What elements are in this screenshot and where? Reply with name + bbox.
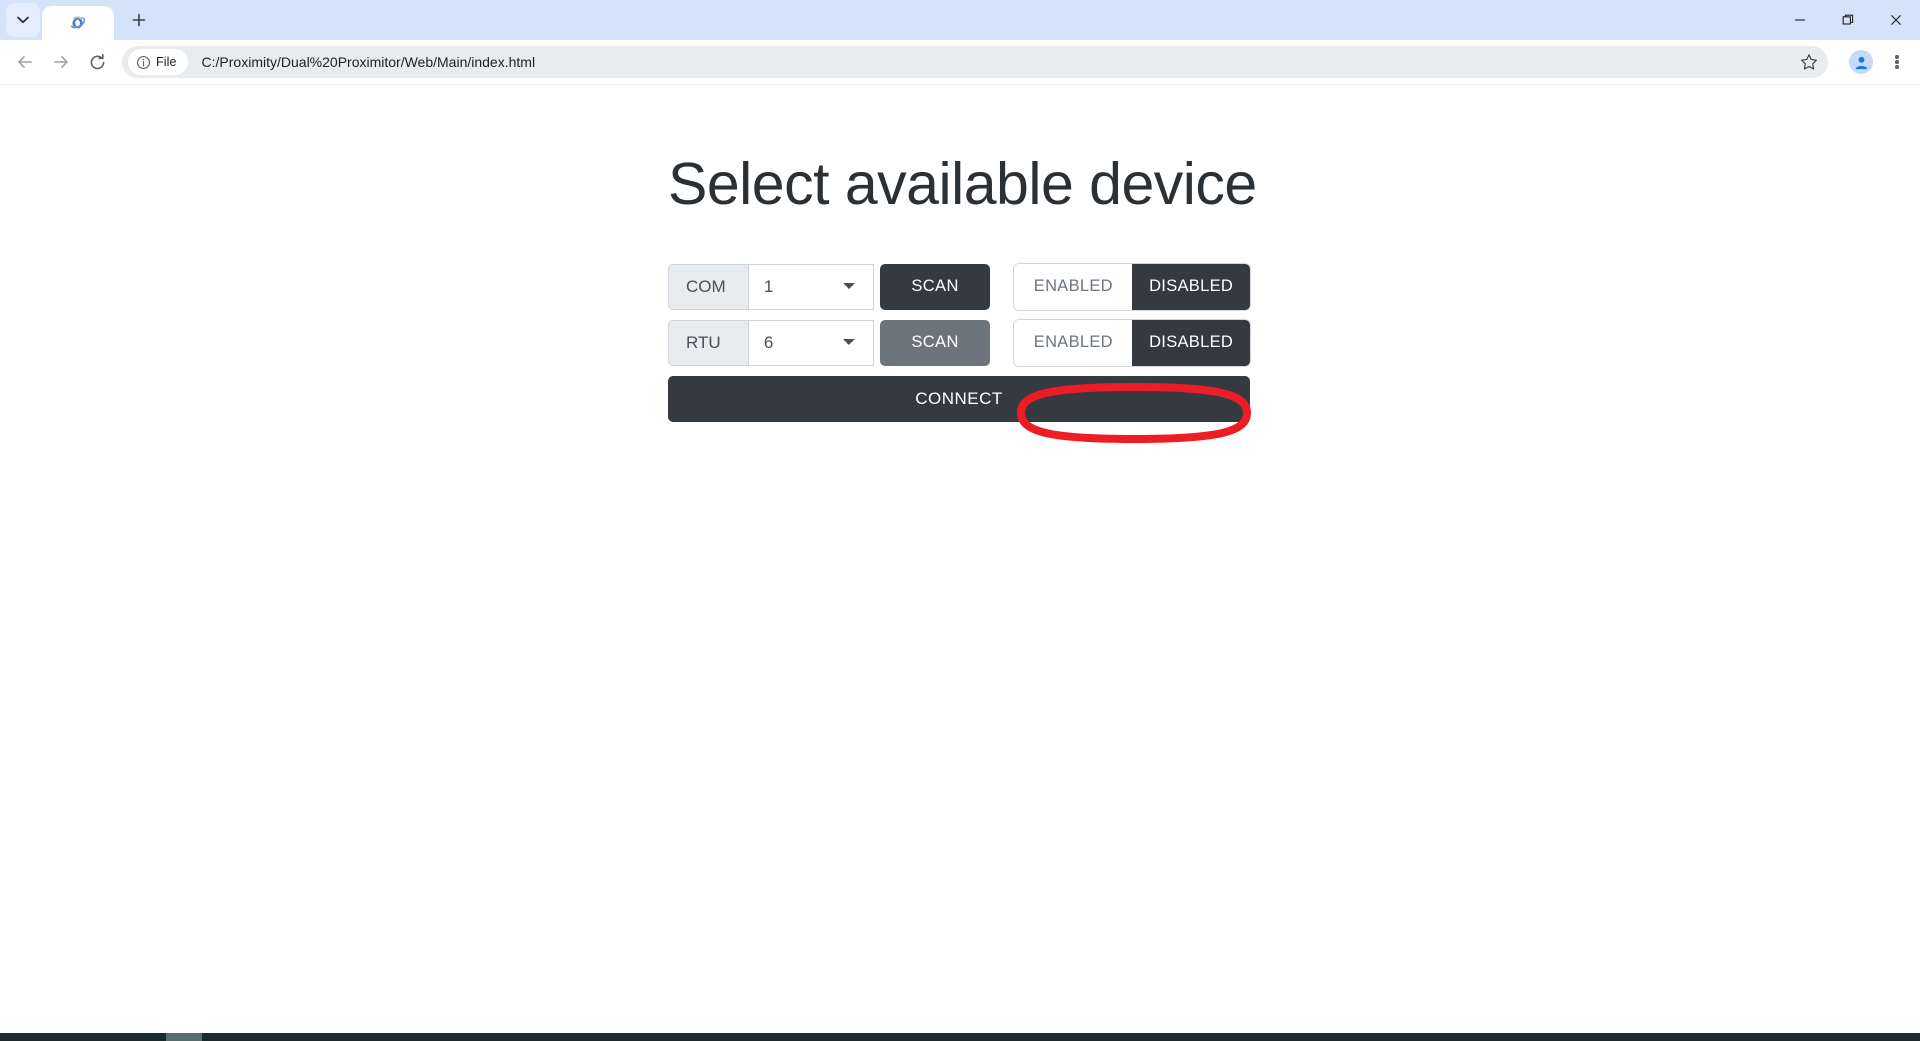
address-bar[interactable]: File C:/Proximity/Dual%20Proximitor/Web/… — [122, 46, 1828, 78]
com-label: COM — [668, 263, 748, 310]
url-text[interactable]: C:/Proximity/Dual%20Proximitor/Web/Main/… — [188, 54, 1794, 70]
reload-button[interactable] — [80, 45, 114, 79]
back-button[interactable] — [8, 45, 42, 79]
account-avatar-icon — [1849, 50, 1873, 74]
com-toggle-disabled[interactable]: DISABLED — [1132, 263, 1250, 310]
reload-icon — [90, 53, 104, 69]
window-controls — [1776, 0, 1920, 40]
minimize-button[interactable] — [1776, 0, 1824, 40]
file-chip-label: File — [156, 55, 177, 69]
device-row-com: COM 1 SCAN ENABLED DISABLED — [668, 263, 1257, 310]
info-circle-icon — [137, 55, 150, 69]
browser-toolbar: File C:/Proximity/Dual%20Proximitor/Web/… — [0, 40, 1920, 85]
forward-arrow-icon — [54, 56, 68, 68]
page-content: Select available device COM 1 SCAN ENABL… — [668, 85, 1257, 422]
bookmark-button[interactable] — [1794, 47, 1824, 77]
rtu-label: RTU — [668, 319, 748, 366]
com-input-group: COM 1 SCAN ENABLED DISABLED — [668, 263, 1250, 310]
rtu-toggle-enabled[interactable]: ENABLED — [1014, 319, 1133, 366]
ie-globe-favicon — [70, 15, 87, 32]
three-dot-menu-icon — [1895, 54, 1899, 71]
close-button[interactable] — [1872, 0, 1920, 40]
device-row-rtu: RTU 6 SCAN ENABLED DISABLED — [668, 319, 1257, 366]
device-form: COM 1 SCAN ENABLED DISABLED RTU 6 SCAN E… — [668, 263, 1257, 422]
plus-icon — [132, 13, 146, 27]
browser-tab[interactable] — [42, 6, 114, 40]
rtu-scan-button[interactable]: SCAN — [879, 319, 991, 366]
profile-button[interactable] — [1844, 45, 1878, 79]
com-enabled-disabled-toggle: ENABLED DISABLED — [1014, 263, 1250, 310]
page-footer-bar — [0, 1033, 1920, 1041]
com-toggle-enabled[interactable]: ENABLED — [1014, 263, 1133, 310]
rtu-input-group: RTU 6 SCAN ENABLED DISABLED — [668, 319, 1250, 366]
rtu-address-select[interactable]: 6 — [747, 319, 874, 366]
maximize-button[interactable] — [1824, 0, 1872, 40]
minimize-icon — [1795, 19, 1805, 21]
page-viewport: Select available device COM 1 SCAN ENABL… — [0, 85, 1920, 1041]
com-scan-button[interactable]: SCAN — [879, 263, 991, 310]
rtu-toggle-disabled[interactable]: DISABLED — [1132, 319, 1250, 366]
com-port-select[interactable]: 1 — [747, 263, 874, 310]
footer-segment — [166, 1033, 202, 1041]
forward-button[interactable] — [44, 45, 78, 79]
tab-strip — [0, 0, 1920, 40]
browser-menu-button[interactable] — [1882, 45, 1912, 79]
rtu-enabled-disabled-toggle: ENABLED DISABLED — [1014, 319, 1250, 366]
page-title: Select available device — [668, 151, 1257, 217]
chevron-down-icon — [17, 16, 29, 24]
star-icon — [1801, 54, 1817, 70]
back-arrow-icon — [18, 56, 32, 68]
tab-search-button[interactable] — [6, 3, 40, 37]
connect-button[interactable]: CONNECT — [668, 375, 1250, 422]
maximize-icon — [1842, 14, 1854, 25]
close-icon — [1891, 15, 1901, 25]
new-tab-button[interactable] — [122, 3, 156, 37]
file-scheme-chip[interactable]: File — [128, 49, 188, 75]
browser-window: File C:/Proximity/Dual%20Proximitor/Web/… — [0, 0, 1920, 1041]
